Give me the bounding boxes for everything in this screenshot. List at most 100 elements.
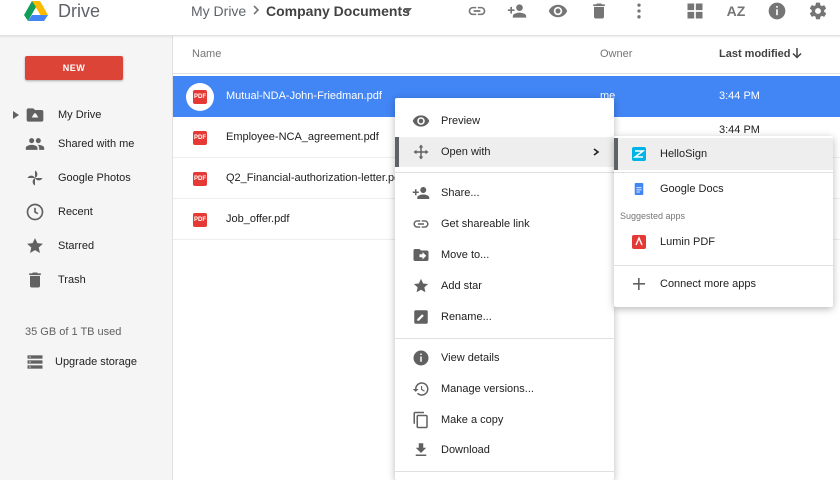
sort-arrow-down-icon[interactable]: [791, 47, 803, 59]
menu-item-open-with[interactable]: Open with: [395, 137, 614, 167]
file-modified: 3:44 PM: [719, 90, 760, 102]
app-title[interactable]: Drive: [58, 1, 100, 21]
app-header: Drive My Drive Company Documents AZ: [0, 0, 840, 36]
photos-pinwheel-icon: [25, 168, 45, 188]
eye-icon: [411, 111, 431, 131]
pdf-icon: PDF: [193, 213, 207, 227]
file-name[interactable]: Employee-NCA_agreement.pdf: [226, 131, 379, 143]
storage-usage-text: 35 GB of 1 TB used: [25, 326, 122, 338]
my-drive-icon: [25, 105, 45, 125]
menu-item-preview[interactable]: Preview: [395, 106, 614, 136]
menu-item-label: Rename...: [441, 311, 492, 323]
sidebar-item-google-photos[interactable]: Google Photos: [0, 165, 173, 191]
sidebar-item-recent[interactable]: Recent: [0, 199, 173, 225]
connect-more-apps-label: Connect more apps: [660, 278, 756, 290]
drive-logo-icon[interactable]: [24, 1, 48, 21]
menu-item-add-star[interactable]: Add star: [395, 271, 614, 301]
chevron-right-icon: [593, 148, 600, 156]
menu-item-rename[interactable]: Rename...: [395, 302, 614, 332]
file-modified: 3:44 PM: [719, 124, 760, 136]
menu-item-label: Download: [441, 444, 490, 456]
menu-item-download[interactable]: Download: [395, 435, 614, 465]
info-icon: [411, 348, 431, 368]
expand-arrow-icon[interactable]: [12, 110, 20, 120]
file-icon-wrap: PDF: [186, 83, 214, 111]
eye-icon[interactable]: [547, 0, 569, 22]
menu-item-move-to[interactable]: Move to...: [395, 240, 614, 270]
menu-item-label: Preview: [441, 115, 481, 127]
open-with-icon: [411, 142, 431, 162]
grid-view-icon[interactable]: [684, 0, 706, 22]
app-item-label: Google Docs: [660, 183, 724, 195]
star-icon: [25, 236, 45, 256]
copy-icon: [411, 410, 431, 430]
trash-icon: [25, 270, 45, 290]
add-person-icon: [411, 183, 431, 203]
menu-item-manage-versions[interactable]: Manage versions...: [395, 374, 614, 404]
add-person-icon[interactable]: [506, 0, 528, 22]
app-item-hellosign[interactable]: HelloSign: [614, 138, 833, 170]
sidebar-item-starred[interactable]: Starred: [0, 233, 173, 259]
connect-more-apps-item[interactable]: Connect more apps: [614, 268, 833, 300]
lumin-pdf-icon: [632, 235, 646, 249]
trash-icon[interactable]: [588, 0, 610, 22]
upgrade-storage-label: Upgrade storage: [55, 356, 137, 368]
sidebar-item-trash[interactable]: Trash: [0, 267, 173, 293]
sidebar-item-label: Trash: [58, 274, 86, 286]
context-menu: Preview Open with Share... Get shareable…: [395, 98, 614, 480]
pdf-icon: PDF: [193, 172, 207, 186]
google-docs-icon: [632, 182, 646, 196]
app-item-label: Lumin PDF: [660, 236, 716, 248]
settings-icon[interactable]: [807, 0, 829, 22]
menu-divider: [395, 172, 614, 173]
menu-item-view-details[interactable]: View details: [395, 343, 614, 373]
sidebar-item-label: Shared with me: [58, 138, 135, 150]
move-folder-icon: [411, 245, 431, 265]
file-name[interactable]: Mutual-NDA-John-Friedman.pdf: [226, 90, 382, 102]
suggested-apps-label: Suggested apps: [620, 211, 686, 221]
app-item-label: HelloSign: [660, 148, 708, 160]
file-name[interactable]: Job_offer.pdf: [226, 213, 289, 225]
column-header-last-modified[interactable]: Last modified: [719, 48, 791, 60]
sidebar-item-label: My Drive: [58, 109, 102, 121]
hellosign-icon: [632, 147, 646, 161]
file-name[interactable]: Q2_Financial-authorization-letter.pdf: [226, 172, 403, 184]
menu-item-share[interactable]: Share...: [395, 178, 614, 208]
chevron-right-icon: [253, 5, 260, 15]
breadcrumb-my-drive[interactable]: My Drive: [191, 3, 246, 19]
plus-icon: [632, 277, 646, 291]
menu-item-label: Manage versions...: [441, 383, 534, 395]
menu-divider: [395, 338, 614, 339]
app-item-google-docs[interactable]: Google Docs: [614, 173, 833, 205]
column-header-name[interactable]: Name: [192, 48, 221, 60]
sidebar: NEW My Drive Shared with me Google Photo…: [0, 36, 173, 480]
pdf-icon: PDF: [193, 131, 207, 145]
star-icon: [411, 276, 431, 296]
edit-icon: [411, 307, 431, 327]
info-icon[interactable]: [766, 0, 788, 22]
upgrade-storage-link[interactable]: Upgrade storage: [25, 352, 137, 372]
column-header-owner[interactable]: Owner: [600, 48, 632, 60]
menu-item-label: Move to...: [441, 249, 490, 261]
storage-icon: [25, 352, 45, 372]
sidebar-item-label: Starred: [58, 240, 95, 252]
menu-item-make-copy[interactable]: Make a copy: [395, 405, 614, 435]
more-vert-icon[interactable]: [628, 0, 650, 22]
open-with-submenu: HelloSign Google Docs Suggested apps Lum…: [614, 136, 833, 307]
sidebar-item-my-drive[interactable]: My Drive: [0, 102, 173, 128]
breadcrumb-current-folder[interactable]: Company Documents: [266, 3, 410, 19]
menu-item-label: Make a copy: [441, 414, 504, 426]
sidebar-item-label: Recent: [58, 206, 93, 218]
menu-item-label: Open with: [441, 146, 491, 158]
new-button[interactable]: NEW: [25, 56, 123, 80]
pdf-icon: PDF: [193, 90, 207, 104]
sidebar-item-shared[interactable]: Shared with me: [0, 131, 173, 157]
caret-down-icon[interactable]: [403, 7, 413, 15]
menu-item-get-link[interactable]: Get shareable link: [395, 209, 614, 239]
people-icon: [25, 134, 45, 154]
sidebar-item-label: Google Photos: [58, 172, 131, 184]
app-item-lumin-pdf[interactable]: Lumin PDF: [614, 226, 833, 258]
menu-item-label: Share...: [441, 187, 480, 199]
sort-az-icon[interactable]: AZ: [725, 0, 747, 22]
link-icon[interactable]: [466, 0, 488, 22]
